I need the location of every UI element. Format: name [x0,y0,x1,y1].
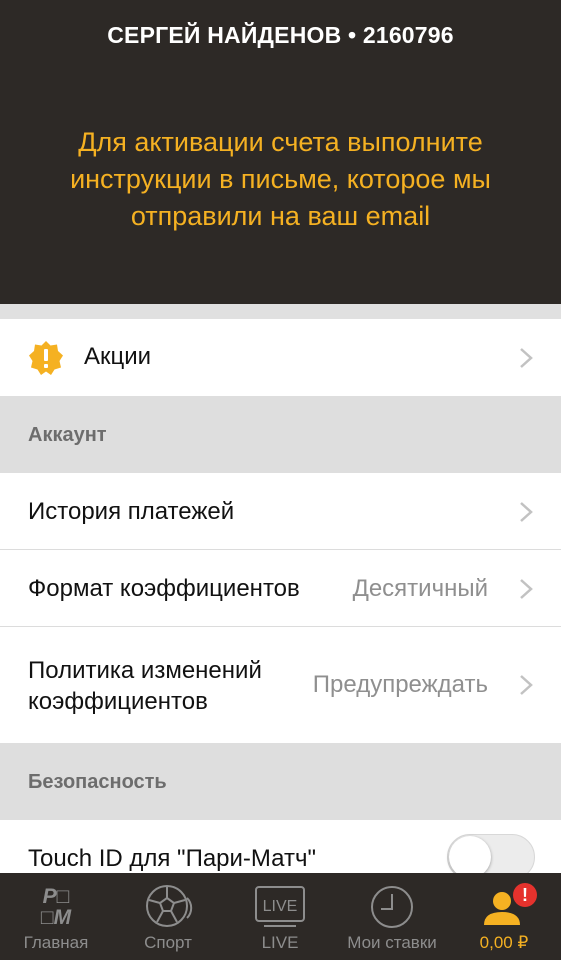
odds-change-policy-value: Предупреждать [312,671,488,698]
tab-account[interactable]: ! 0,00 ₽ [448,873,560,960]
tab-home[interactable]: P□ □M Главная [0,873,112,960]
toggle-knob [449,836,491,878]
tab-sport-label: Спорт [144,933,192,952]
security-section-title: Безопасность [28,771,167,793]
bottom-tab-bar: P□ □M Главная Спорт LIVE LIVE Мои ставки… [0,873,561,960]
odds-format-label: Формат коэффициентов [28,575,300,602]
account-section-header: Аккаунт [0,396,561,473]
tab-live-label: LIVE [261,933,299,952]
chevron-right-icon [520,579,533,599]
security-section-header: Безопасность [0,743,561,820]
chevron-right-icon [520,502,533,522]
ball-icon [146,885,193,927]
live-icon-text: LIVE [263,898,298,915]
promotions-row[interactable]: Акции [0,319,561,396]
account-section-title: Аккаунт [28,424,107,446]
svg-text:□M: □M [41,906,72,928]
tab-live[interactable]: LIVE LIVE [224,873,336,960]
tab-my-bets[interactable]: Мои ставки [336,873,448,960]
tab-my-bets-label: Мои ставки [347,933,437,952]
odds-format-row[interactable]: Формат коэффициентов Десятичный [0,550,561,627]
clock-icon [371,886,413,928]
user-name-id: СЕРГЕЙ НАЙДЕНОВ • 2160796 [107,22,454,48]
chevron-right-icon [520,348,533,368]
pm-logo-icon: P□ □M [41,885,72,928]
account-header: СЕРГЕЙ НАЙДЕНОВ • 2160796 Для активации … [0,0,561,304]
odds-change-policy-row[interactable]: Политика изменений коэффициентов Предупр… [0,627,561,743]
payment-history-row[interactable]: История платежей [0,473,561,550]
separator-strip [0,304,561,319]
odds-change-policy-label: Политика изменений коэффициентов [28,657,262,715]
account-icon: ! [484,883,537,925]
promotions-label: Акции [84,343,152,370]
chevron-right-icon [520,675,533,695]
exclamation-badge-icon [29,341,63,375]
activation-notice: Для активации счета выполните инструкции… [70,127,491,231]
odds-format-value: Десятичный [352,575,488,602]
alert-badge-text: ! [522,885,528,905]
payment-history-label: История платежей [28,498,235,525]
tab-account-balance: 0,00 ₽ [479,933,529,952]
tab-sport[interactable]: Спорт [112,873,224,960]
svg-text:P□: P□ [43,885,70,908]
live-icon: LIVE [255,886,305,927]
touch-id-label: Touch ID для "Пари-Матч" [28,845,317,872]
tab-home-label: Главная [23,933,89,952]
